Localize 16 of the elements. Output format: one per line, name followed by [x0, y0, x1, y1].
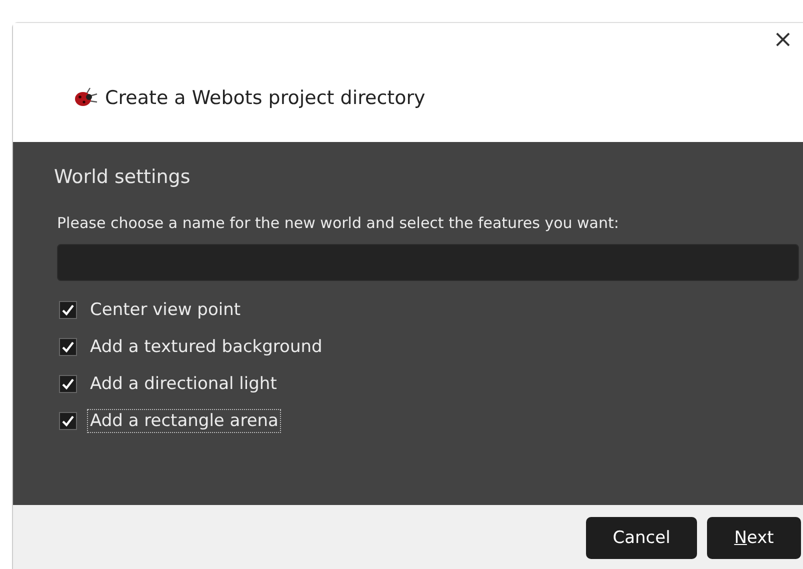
- checkbox[interactable]: [59, 375, 77, 393]
- section-heading: World settings: [54, 165, 192, 188]
- ladybug-icon: [73, 87, 99, 109]
- checkbox[interactable]: [59, 412, 77, 430]
- dialog-button[interactable]: Cancel: [586, 516, 697, 558]
- close-button[interactable]: ×: [764, 21, 801, 57]
- checkbox[interactable]: [59, 338, 77, 356]
- window-title: Create a Webots project directory: [105, 87, 426, 109]
- checkbox[interactable]: [59, 301, 77, 319]
- world-name-field[interactable]: [57, 244, 799, 281]
- instruction-text: Please choose a name for the new world and select the features you want:: [57, 214, 620, 232]
- checkbox-label[interactable]: Add a directional light: [87, 372, 280, 396]
- checkbox-label[interactable]: Center view point: [87, 298, 244, 322]
- dialog-button[interactable]: Next: [707, 516, 801, 558]
- checkbox-label[interactable]: Add a rectangle arena: [87, 409, 282, 433]
- checkbox-label[interactable]: Add a textured background: [87, 335, 326, 359]
